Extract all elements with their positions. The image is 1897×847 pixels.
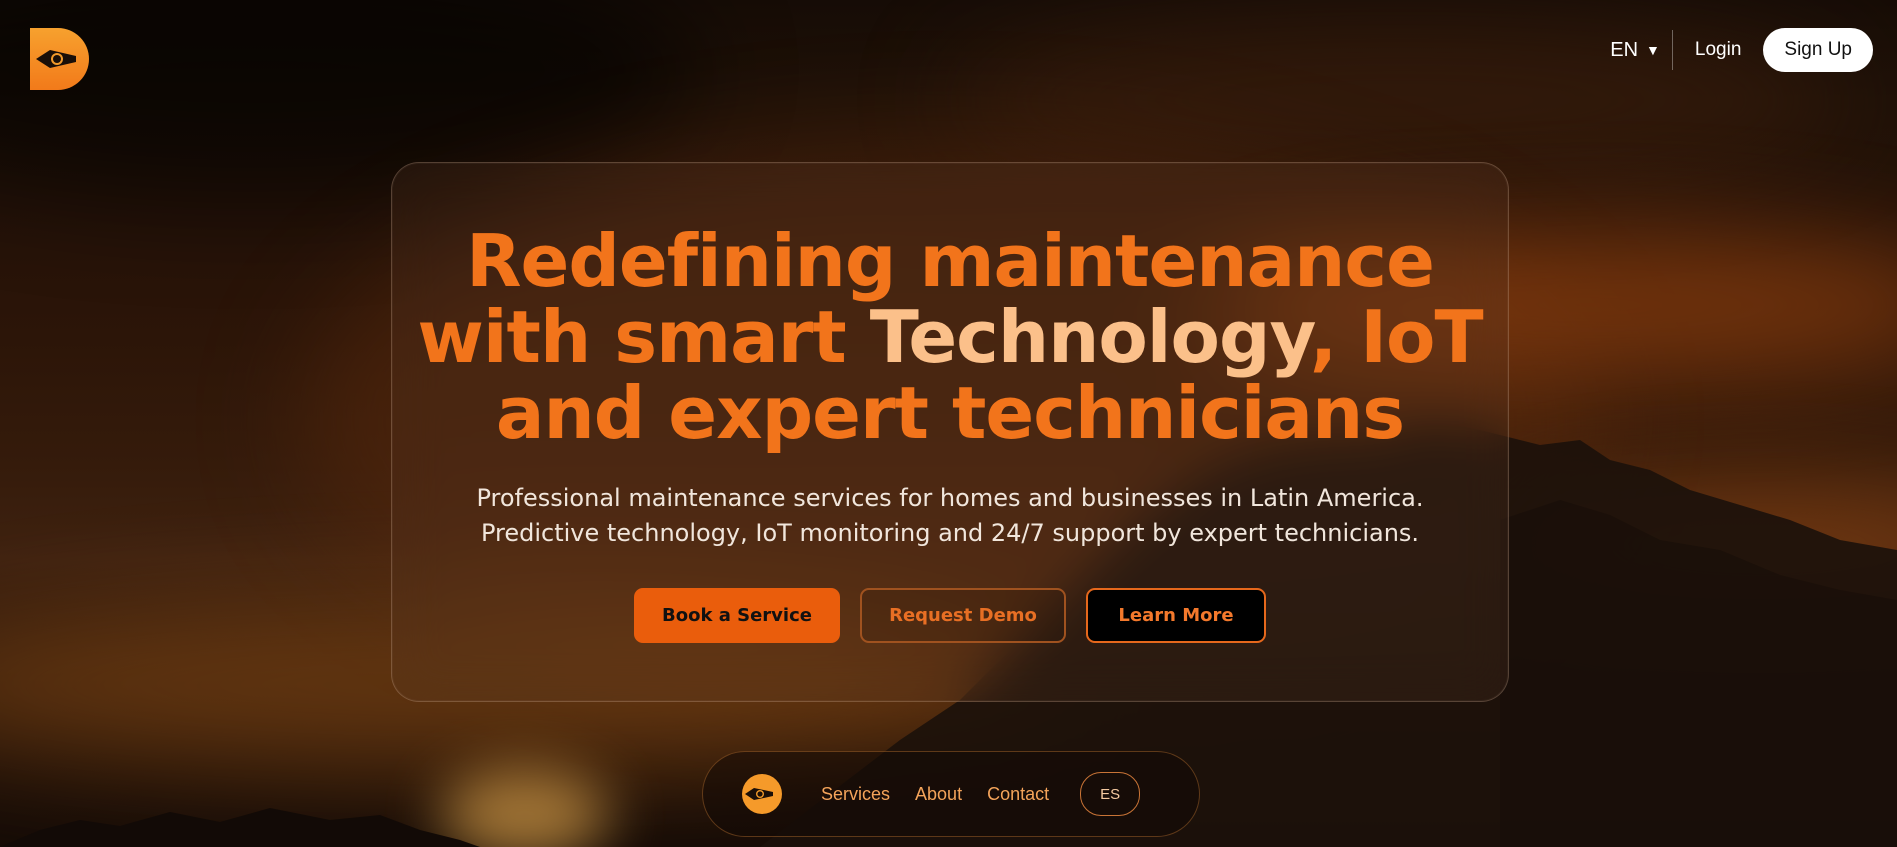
nav-link-services[interactable]: Services <box>821 784 890 805</box>
hero-card: Redefining maintenance with smart Techno… <box>391 162 1509 702</box>
headline-line-3: and expert technicians <box>495 371 1405 455</box>
headline-highlight: Technology <box>869 295 1311 379</box>
hero-headline: Redefining maintenance with smart Techno… <box>392 223 1508 451</box>
learn-more-button[interactable]: Learn More <box>1086 588 1266 643</box>
header-actions: EN ▼ Login Sign Up <box>1610 28 1873 72</box>
headline-line-2a: with smart <box>417 295 870 379</box>
nav-link-contact[interactable]: Contact <box>987 784 1049 805</box>
signup-button[interactable]: Sign Up <box>1763 28 1873 72</box>
headline-line-2b: , IoT <box>1309 295 1484 379</box>
request-demo-button[interactable]: Request Demo <box>860 588 1066 643</box>
nav-link-about[interactable]: About <box>915 784 962 805</box>
book-service-button[interactable]: Book a Service <box>634 588 840 643</box>
hero-buttons: Book a Service Request Demo Learn More <box>392 588 1508 643</box>
brand-logo-icon[interactable] <box>30 28 90 90</box>
login-link[interactable]: Login <box>1695 39 1742 61</box>
language-selector[interactable]: EN ▼ <box>1610 39 1672 62</box>
hero-subtitle: Professional maintenance services for ho… <box>392 481 1508 551</box>
subtitle-line-1: Professional maintenance services for ho… <box>476 484 1424 512</box>
bottom-nav: Services About Contact ES <box>702 751 1200 837</box>
headline-line-1: Redefining maintenance <box>466 219 1435 303</box>
chevron-down-icon: ▼ <box>1646 42 1660 58</box>
subtitle-line-2: Predictive technology, IoT monitoring an… <box>480 519 1420 547</box>
language-toggle-button[interactable]: ES <box>1080 772 1141 816</box>
header-divider <box>1671 30 1673 70</box>
brand-logo-icon[interactable] <box>741 773 783 815</box>
language-label: EN <box>1610 38 1639 61</box>
